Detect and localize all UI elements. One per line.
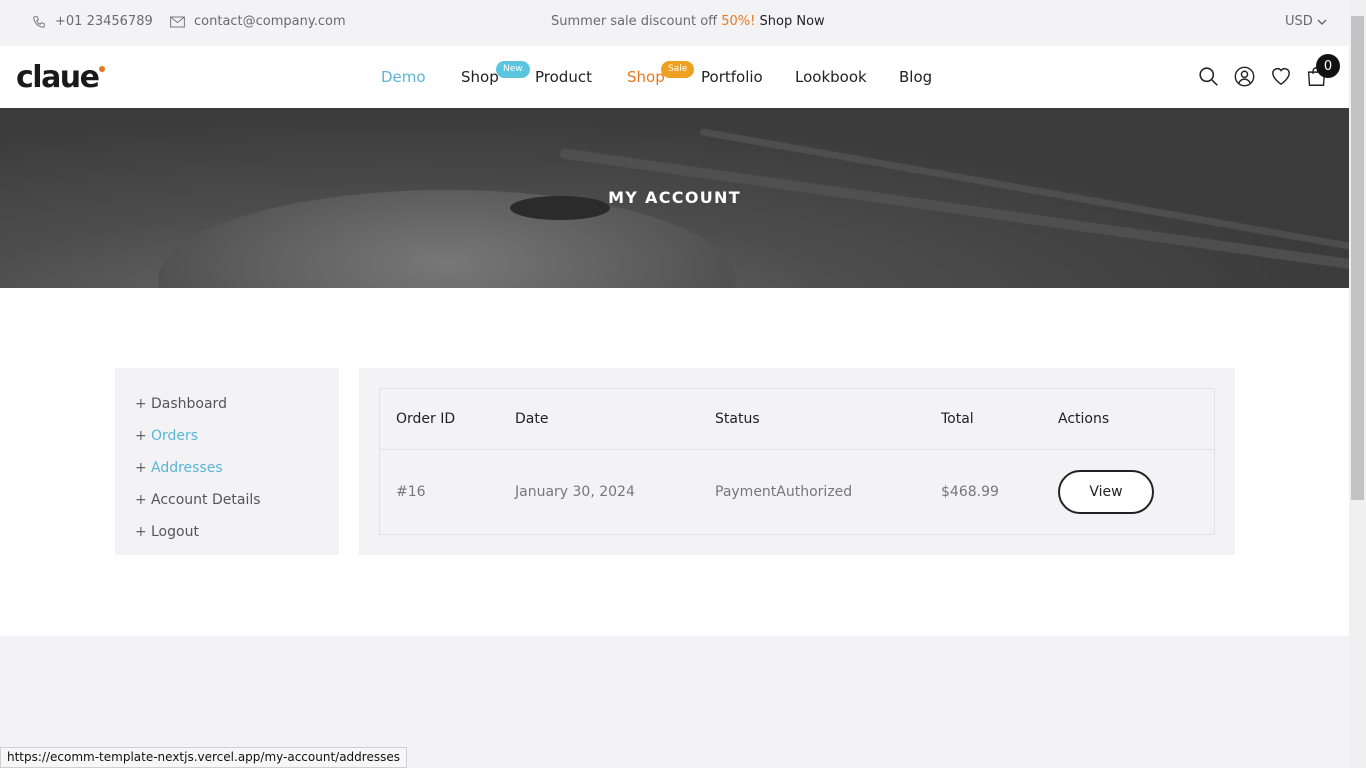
- logo-dot: [98, 66, 105, 72]
- new-badge: New: [496, 61, 530, 78]
- currency-selector[interactable]: USD: [1285, 14, 1327, 29]
- sale-badge: Sale: [661, 61, 695, 78]
- page-scrollbar[interactable]: [1349, 0, 1366, 768]
- page-title: MY ACCOUNT: [608, 188, 741, 207]
- nav-item-product[interactable]: Product: [535, 68, 592, 86]
- phone-number: +01 23456789: [55, 14, 153, 29]
- scrollbar-thumb[interactable]: [1351, 16, 1364, 500]
- orders-table-header: Order ID Date Status Total Actions: [380, 389, 1214, 450]
- table-row: #16 January 30, 2024 PaymentAuthorized $…: [380, 450, 1214, 535]
- shop-now-link[interactable]: Shop Now: [760, 14, 825, 29]
- order-id-cell: #16: [396, 484, 426, 500]
- cart-count-badge: 0: [1316, 54, 1340, 78]
- nav-item-portfolio[interactable]: Portfolio: [701, 68, 763, 86]
- sidebar-item-label: Orders: [151, 428, 199, 444]
- order-total-cell: $468.99: [941, 484, 999, 500]
- sidebar-item-dashboard[interactable]: + Dashboard: [115, 388, 339, 420]
- email-address: contact@company.com: [194, 14, 346, 29]
- user-icon[interactable]: [1234, 66, 1255, 87]
- main-header: claue Demo Shop New Product Shop Sale Po…: [0, 46, 1349, 108]
- promo-banner: Summer sale discount off 50%! Shop Now: [551, 14, 825, 29]
- top-bar: +01 23456789 contact@company.com Summer …: [0, 0, 1349, 46]
- account-sidebar: + Dashboard + Orders + Addresses + Account D…: [115, 368, 339, 555]
- orders-table: Order ID Date Status Total Actions #16 J…: [379, 388, 1215, 535]
- view-order-button[interactable]: View: [1058, 470, 1154, 514]
- logo[interactable]: claue: [16, 60, 105, 95]
- email-contact[interactable]: contact@company.com: [170, 14, 346, 29]
- nav-item-shop-sale[interactable]: Shop: [627, 68, 665, 86]
- sidebar-item-label: Dashboard: [151, 396, 227, 412]
- phone-icon: [33, 15, 45, 28]
- sidebar-item-label: Addresses: [151, 460, 223, 476]
- chevron-down-icon: [1317, 19, 1327, 25]
- currency-label: USD: [1285, 14, 1313, 29]
- column-header-total: Total: [941, 411, 974, 427]
- column-header-order-id: Order ID: [396, 411, 456, 427]
- plus-icon: +: [135, 492, 147, 508]
- link-status-bar: https://ecomm-template-nextjs.vercel.app…: [0, 747, 407, 768]
- plus-icon: +: [135, 524, 147, 540]
- sidebar-item-label: Logout: [151, 524, 199, 540]
- sidebar-item-logout[interactable]: + Logout: [115, 516, 339, 548]
- sidebar-item-label: Account Details: [151, 492, 261, 508]
- order-date-cell: January 30, 2024: [515, 484, 635, 500]
- sidebar-item-orders[interactable]: + Orders: [115, 420, 339, 452]
- nav-item-lookbook[interactable]: Lookbook: [795, 68, 867, 86]
- plus-icon: +: [135, 460, 147, 476]
- sidebar-item-addresses[interactable]: + Addresses: [115, 452, 339, 484]
- page-hero-banner: MY ACCOUNT: [0, 108, 1349, 288]
- nav-item-demo[interactable]: Demo: [381, 68, 426, 86]
- column-header-date: Date: [515, 411, 549, 427]
- search-icon[interactable]: [1198, 66, 1219, 87]
- sidebar-item-account-details[interactable]: + Account Details: [115, 484, 339, 516]
- plus-icon: +: [135, 396, 147, 412]
- heart-icon[interactable]: [1270, 66, 1292, 86]
- column-header-actions: Actions: [1058, 411, 1110, 427]
- logo-text: claue: [16, 60, 100, 95]
- phone-contact[interactable]: +01 23456789: [32, 14, 153, 29]
- column-header-status: Status: [715, 411, 760, 427]
- account-menu: + Dashboard + Orders + Addresses + Account D…: [115, 368, 339, 548]
- order-status-cell: PaymentAuthorized: [715, 484, 853, 500]
- promo-text: Summer sale discount off: [551, 14, 722, 29]
- plus-icon: +: [135, 428, 147, 444]
- nav-item-blog[interactable]: Blog: [899, 68, 932, 86]
- promo-percent: 50%!: [721, 14, 756, 29]
- nav-item-shop[interactable]: Shop: [461, 68, 499, 86]
- orders-panel: Order ID Date Status Total Actions #16 J…: [359, 368, 1235, 555]
- mail-icon: [170, 16, 185, 27]
